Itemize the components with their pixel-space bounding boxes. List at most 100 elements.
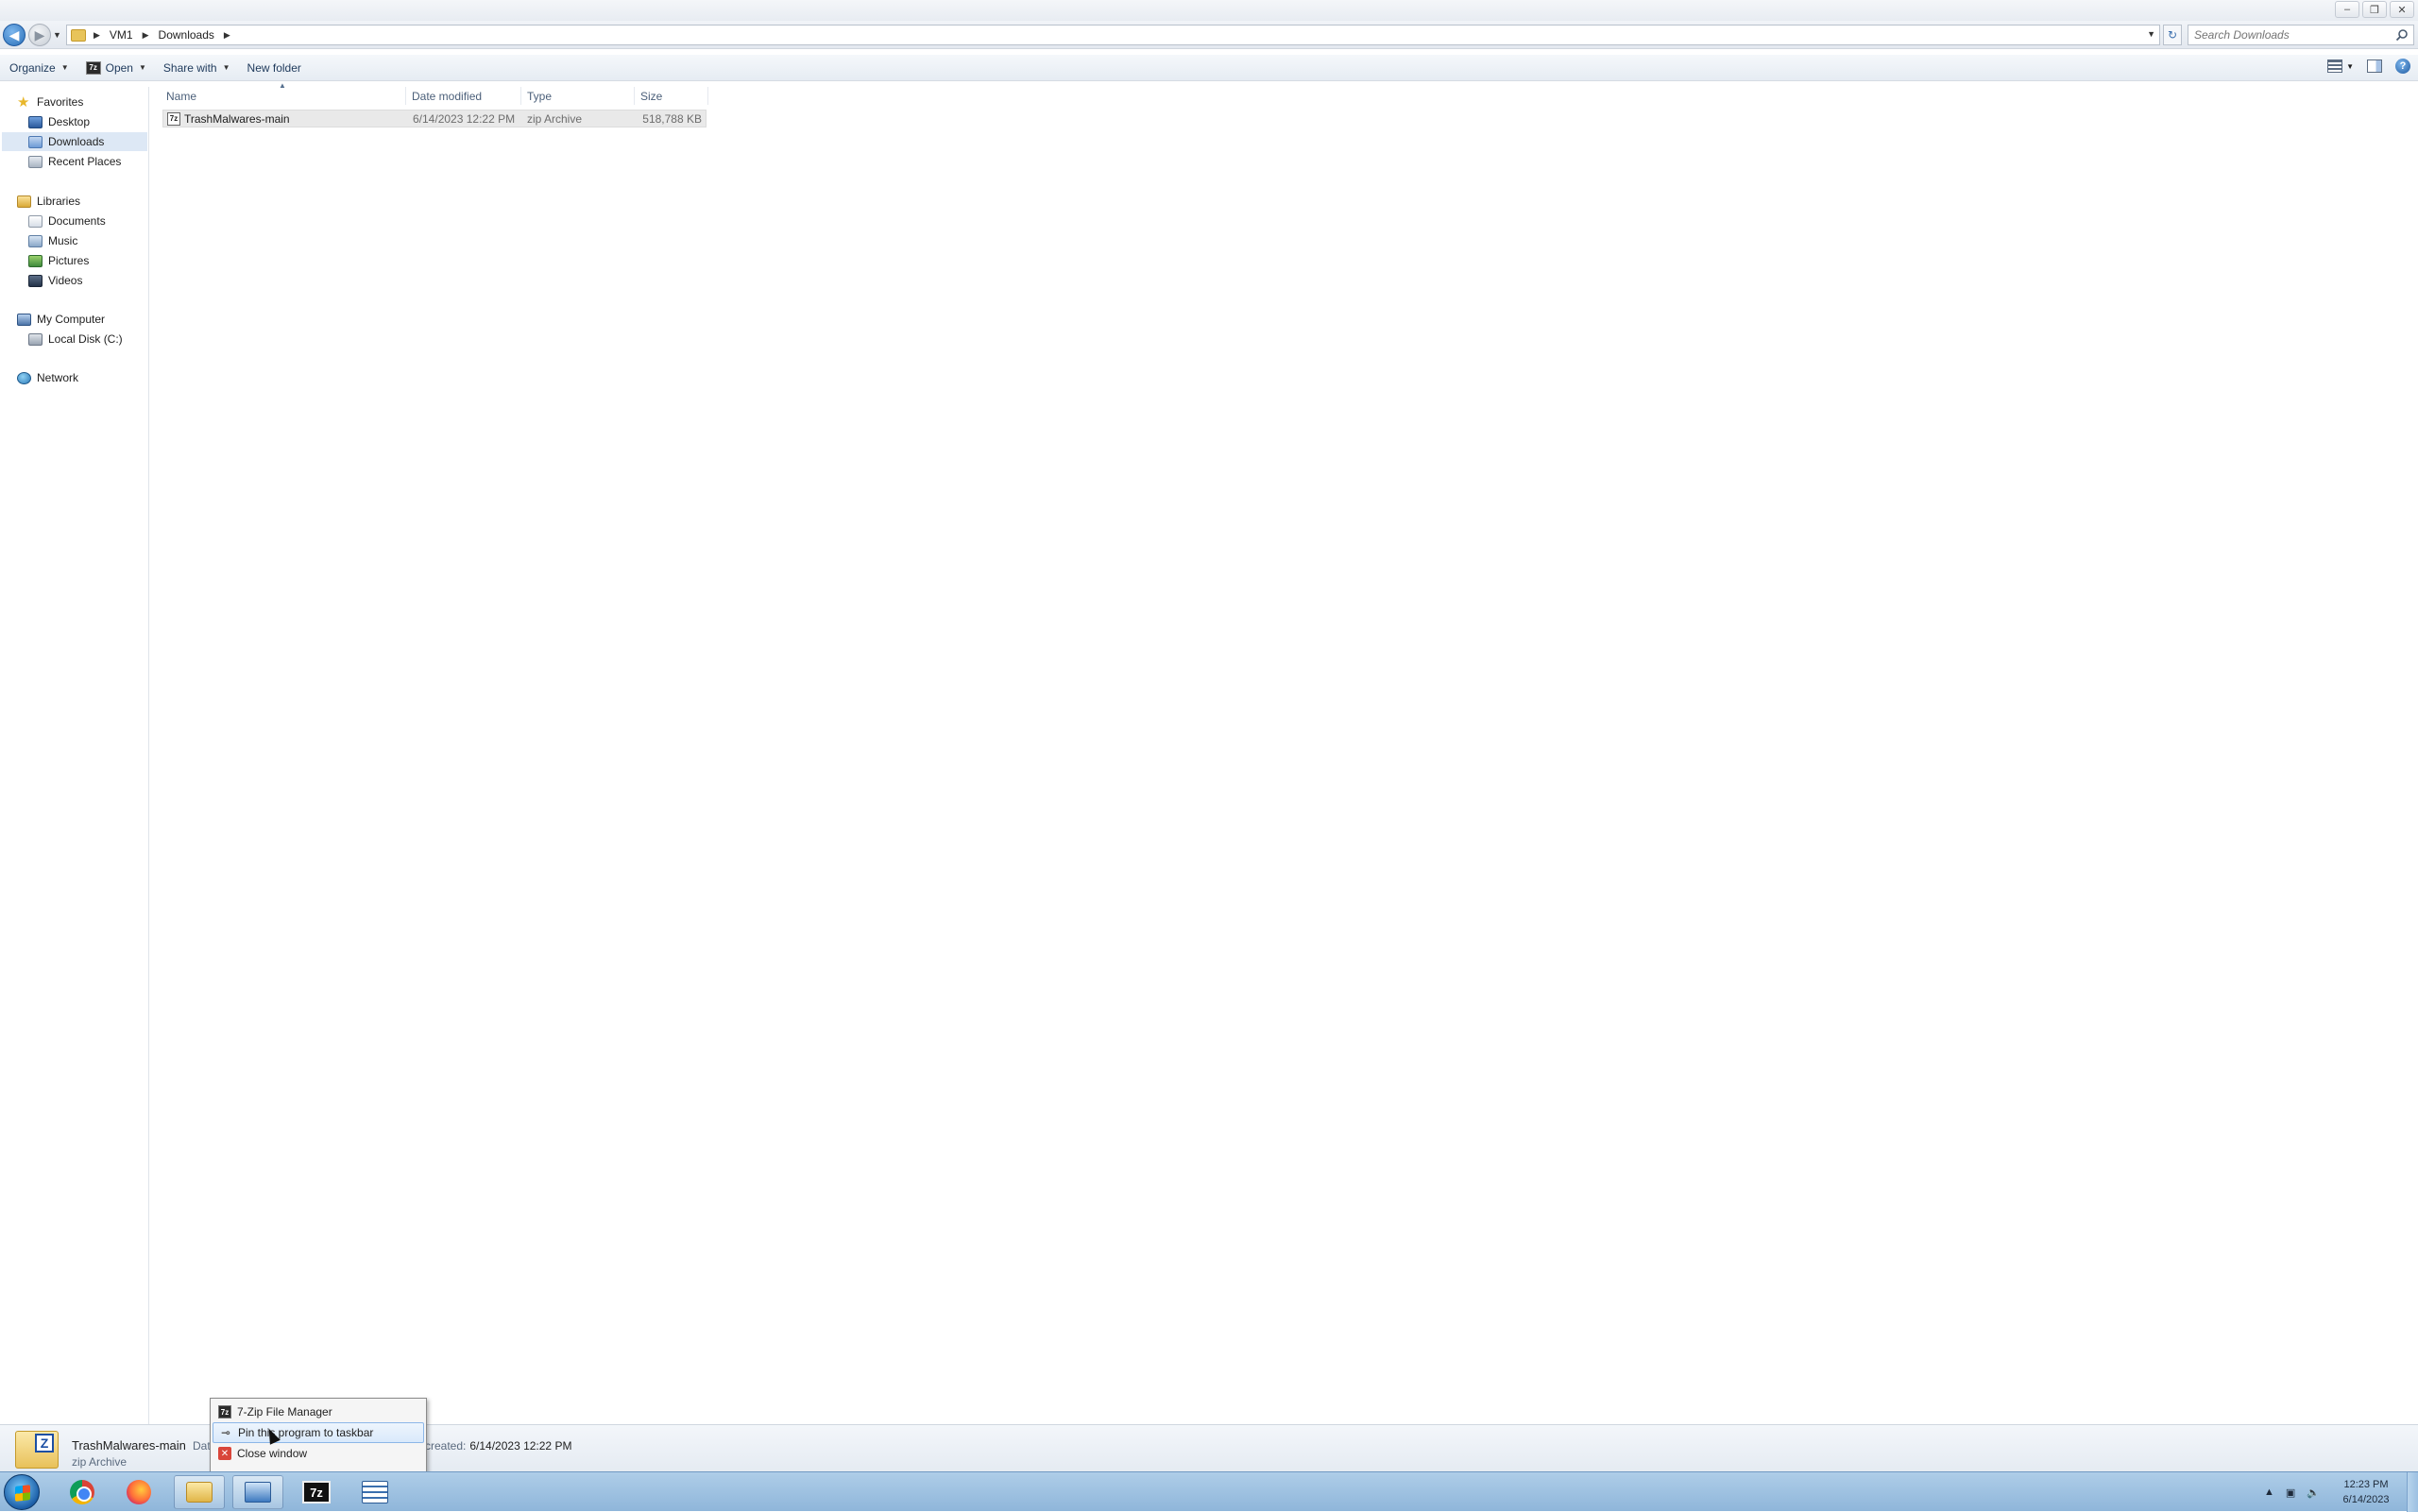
address-bar[interactable]: ▶ VM1 ▶ Downloads ▶ ▼: [66, 25, 2160, 45]
nav-documents[interactable]: Documents: [28, 212, 106, 230]
jumplist-item-7zip-file-manager[interactable]: 7z 7-Zip File Manager: [213, 1402, 424, 1422]
chevron-down-icon: ▼: [60, 63, 69, 72]
remote-desktop-icon: [245, 1482, 271, 1503]
show-desktop-button[interactable]: [2407, 1472, 2418, 1512]
zip-archive-icon: 7z: [167, 111, 180, 126]
minimize-icon[interactable]: –: [2335, 1, 2359, 18]
nav-videos-label: Videos: [48, 274, 83, 287]
list-icon: [362, 1481, 388, 1504]
back-button[interactable]: ◀: [3, 24, 26, 46]
preview-pane-icon[interactable]: [2367, 59, 2382, 73]
volume-muted-icon[interactable]: 🔈: [2307, 1487, 2320, 1499]
new-folder-button[interactable]: New folder: [240, 57, 309, 79]
details-created-label: created:: [425, 1439, 467, 1453]
open-button[interactable]: 7z Open ▼: [78, 57, 154, 79]
breadcrumb-downloads[interactable]: Downloads: [157, 28, 216, 42]
navigation-pane: ★ Favorites Desktop Downloads Recent Pla…: [0, 87, 149, 1424]
nav-recent-places[interactable]: Recent Places: [28, 152, 121, 171]
desktop-icon: [28, 115, 43, 128]
pin-icon: ⊸: [220, 1426, 231, 1439]
column-header-date-modified[interactable]: Date modified: [408, 87, 521, 105]
help-icon[interactable]: ?: [2395, 59, 2410, 74]
chevron-down-icon: ▼: [222, 63, 230, 72]
column-name-label: Name: [166, 89, 197, 103]
chrome-icon: [70, 1480, 94, 1504]
taskbar-jump-list: 7z 7-Zip File Manager ⊸ Pin this program…: [210, 1398, 427, 1472]
nav-libraries[interactable]: Libraries: [17, 192, 80, 211]
jumplist-item-close-window[interactable]: ✕ Close window: [213, 1443, 424, 1464]
recent-pages-dropdown[interactable]: ▼: [53, 30, 61, 40]
clock[interactable]: 12:23 PM 6/14/2023: [2331, 1477, 2401, 1507]
file-type-cell: zip Archive: [527, 111, 583, 126]
nav-desktop[interactable]: Desktop: [28, 112, 90, 131]
nav-my-computer[interactable]: My Computer: [17, 310, 105, 329]
search-box[interactable]: [2188, 25, 2414, 45]
videos-icon: [28, 274, 43, 287]
taskbar-firefox[interactable]: [113, 1475, 164, 1509]
nav-network-label: Network: [37, 371, 79, 384]
search-icon[interactable]: [2395, 28, 2409, 42]
breadcrumb: ▶ VM1 ▶ Downloads ▶: [86, 25, 238, 44]
chevron-right-icon[interactable]: ▶: [94, 30, 100, 41]
nav-favorites-label: Favorites: [37, 95, 84, 109]
search-input[interactable]: [2194, 28, 2383, 42]
taskbar-chrome[interactable]: [57, 1475, 108, 1509]
restore-icon[interactable]: ❐: [2362, 1, 2387, 18]
forward-button[interactable]: ▶: [28, 24, 51, 46]
taskbar-list-app[interactable]: [349, 1475, 400, 1509]
jumplist-item-pin-to-taskbar[interactable]: ⊸ Pin this program to taskbar: [213, 1422, 424, 1443]
arrow-left-icon: ◀: [9, 26, 20, 42]
recent-places-icon: [28, 155, 43, 168]
refresh-button[interactable]: ↻: [2163, 25, 2182, 45]
column-header-name[interactable]: Name ▲: [162, 81, 406, 105]
nav-favorites[interactable]: ★ Favorites: [17, 93, 83, 111]
start-button[interactable]: [4, 1474, 40, 1510]
hard-disk-icon: [28, 332, 43, 346]
chevron-down-icon[interactable]: ▼: [2346, 62, 2354, 71]
zip-archive-icon: Z: [15, 1431, 59, 1469]
file-size-cell: 518,788 KB: [642, 111, 702, 126]
nav-recent-places-label: Recent Places: [48, 155, 122, 168]
nav-downloads[interactable]: Downloads: [2, 132, 147, 151]
table-row[interactable]: 7z TrashMalwares-main 6/14/2023 12:22 PM…: [162, 110, 707, 127]
pictures-icon: [28, 254, 43, 267]
nav-libraries-label: Libraries: [37, 195, 81, 208]
taskbar-remote-desktop[interactable]: [232, 1475, 283, 1509]
close-icon[interactable]: ✕: [2390, 1, 2414, 18]
taskbar-7zip[interactable]: 7z: [291, 1475, 342, 1509]
address-row: ◀ ▶ ▼ ▶ VM1 ▶ Downloads ▶ ▼ ↻: [0, 21, 2418, 49]
nav-videos[interactable]: Videos: [28, 271, 82, 290]
details-created: created: 6/14/2023 12:22 PM: [425, 1439, 571, 1453]
details-created-value: 6/14/2023 12:22 PM: [469, 1439, 572, 1453]
column-size-label: Size: [640, 89, 663, 103]
nav-network[interactable]: Network: [17, 368, 78, 387]
show-hidden-icons-icon[interactable]: ▲: [2264, 1487, 2274, 1498]
view-controls: ▼ ?: [2327, 59, 2410, 74]
file-name-cell[interactable]: 7z TrashMalwares-main: [167, 110, 290, 127]
nav-local-disk[interactable]: Local Disk (C:): [28, 330, 123, 348]
taskbar-windows-explorer[interactable]: [174, 1475, 225, 1509]
libraries-icon: [17, 195, 31, 208]
nav-music[interactable]: Music: [28, 231, 77, 250]
clock-date: 6/14/2023: [2342, 1494, 2390, 1505]
computer-icon: [17, 313, 31, 326]
firefox-icon: [127, 1480, 151, 1504]
network-status-icon[interactable]: ▣: [2286, 1487, 2295, 1499]
change-view-icon[interactable]: [2327, 59, 2343, 73]
organize-button[interactable]: Organize ▼: [2, 57, 77, 79]
nav-music-label: Music: [48, 234, 78, 247]
breadcrumb-vm1[interactable]: VM1: [108, 28, 135, 42]
share-with-button[interactable]: Share with ▼: [156, 57, 238, 79]
chevron-right-icon[interactable]: ▶: [224, 30, 230, 41]
column-date-label: Date modified: [412, 89, 483, 103]
close-window-icon: ✕: [218, 1447, 231, 1460]
details-date-label: Dat: [193, 1439, 211, 1453]
nav-pictures[interactable]: Pictures: [28, 251, 89, 270]
column-header-type[interactable]: Type: [523, 87, 635, 105]
clock-time: 12:23 PM: [2343, 1479, 2389, 1490]
address-history-dropdown[interactable]: ▼: [2147, 29, 2155, 39]
refresh-icon: ↻: [2167, 28, 2178, 42]
chevron-right-icon[interactable]: ▶: [143, 30, 149, 41]
column-header-size[interactable]: Size: [637, 87, 708, 105]
window-controls: – ❐ ✕: [2335, 1, 2414, 18]
